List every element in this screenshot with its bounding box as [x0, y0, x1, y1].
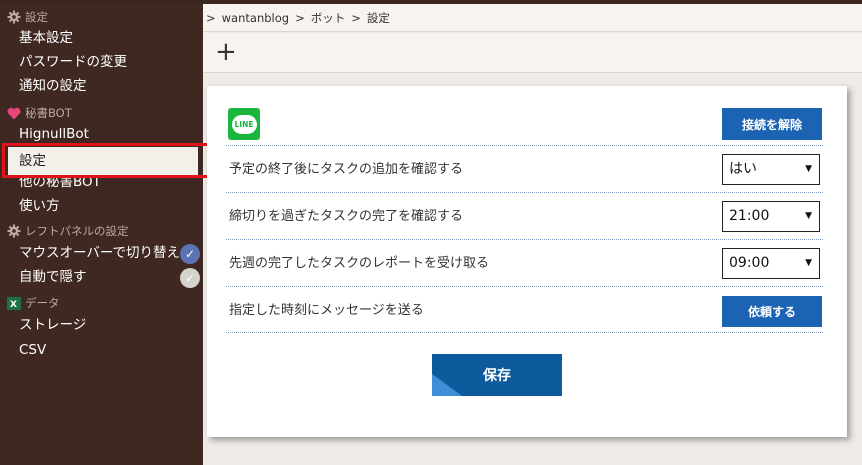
setting-label: 先週の完了したタスクのレポートを受け取る [229, 256, 490, 271]
dropdown-arrow-icon: ▼ [805, 164, 812, 174]
breadcrumb-item-wantanblog[interactable]: wantanblog [222, 11, 289, 25]
sidebar-item-notification-settings[interactable]: 通知の設定 [19, 75, 87, 97]
sidebar-item-basic-settings[interactable]: 基本設定 [19, 27, 73, 49]
check-icon: ✓ [184, 271, 196, 285]
dropdown-arrow-icon: ▼ [805, 258, 812, 268]
sidebar-item-settings[interactable]: 設定 [8, 147, 198, 175]
toolbar: + [203, 33, 862, 73]
confirm-add-task-select[interactable]: はい ▼ [722, 154, 820, 185]
sidebar-item-change-password[interactable]: パスワードの変更 [19, 51, 127, 73]
heart-icon [7, 106, 21, 120]
section-header-label: 設定 [25, 10, 48, 24]
gear-icon [7, 224, 21, 238]
auto-hide-toggle[interactable]: ✓ [180, 268, 200, 288]
settings-row: 予定の終了後にタスクの追加を確認する はい ▼ [226, 145, 823, 193]
breadcrumb-item-bot[interactable]: ボット [311, 10, 346, 26]
sidebar-item-auto-hide[interactable]: 自動で隠す [19, 266, 87, 288]
setting-label: 指定した時刻にメッセージを送る [229, 303, 424, 318]
sidebar-item-mouseover-switch[interactable]: マウスオーバーで切り替え [19, 242, 180, 264]
section-header-leftpanel: レフトパネルの設定 [7, 222, 129, 240]
excel-icon: X [7, 296, 21, 310]
check-icon: ✓ [184, 247, 196, 261]
settings-row: 先週の完了したタスクのレポートを受け取る 09:00 ▼ [226, 239, 823, 287]
sidebar-item-hignullbot[interactable]: HignullBot [19, 123, 89, 145]
setting-label: 締切りを過ぎたタスクの完了を確認する [229, 209, 464, 224]
line-logo-text: LINE [231, 114, 257, 134]
sidebar-item-usage[interactable]: 使い方 [19, 195, 60, 217]
select-value: 21:00 [729, 208, 770, 224]
save-button-accent [432, 374, 462, 396]
section-header-label: 秘書BOT [25, 106, 72, 120]
sidebar-item-storage[interactable]: ストレージ [19, 314, 86, 336]
settings-panel: LINE 接続を解除 予定の終了後にタスクの追加を確認する はい ▼ 締切りを過… [207, 86, 847, 437]
section-header-bot: 秘書BOT [7, 104, 72, 122]
breadcrumb: > wantanblog > ボット > 設定 [203, 4, 862, 32]
breadcrumb-separator: > [206, 10, 216, 25]
row-divider [226, 332, 823, 333]
add-icon[interactable]: + [215, 37, 237, 67]
breadcrumb-separator: > [295, 10, 305, 25]
svg-text:X: X [10, 300, 17, 310]
request-button[interactable]: 依頼する [722, 296, 822, 327]
dropdown-arrow-icon: ▼ [805, 211, 812, 221]
select-value: 09:00 [729, 255, 770, 271]
line-logo-icon: LINE [228, 108, 260, 140]
settings-row: 指定した時刻にメッセージを送る 依頼する [226, 286, 823, 334]
setting-label: 予定の終了後にタスクの追加を確認する [229, 162, 464, 177]
gear-icon [7, 10, 21, 24]
breadcrumb-separator: > [351, 10, 361, 25]
weekly-report-time-select[interactable]: 09:00 ▼ [722, 248, 820, 279]
overdue-confirm-time-select[interactable]: 21:00 ▼ [722, 201, 820, 232]
settings-row: 締切りを過ぎたタスクの完了を確認する 21:00 ▼ [226, 192, 823, 240]
section-header-settings: 設定 [7, 8, 48, 26]
select-value: はい [729, 161, 757, 177]
disconnect-button[interactable]: 接続を解除 [722, 108, 822, 140]
save-button[interactable]: 保存 [432, 354, 562, 396]
mouseover-toggle[interactable]: ✓ [180, 244, 200, 264]
sidebar-item-csv[interactable]: CSV [19, 339, 46, 361]
sidebar: 設定 基本設定 パスワードの変更 通知の設定 秘書BOT HignullBot … [0, 4, 203, 465]
section-header-data: X データ [7, 294, 60, 312]
section-header-label: レフトパネルの設定 [25, 224, 129, 238]
breadcrumb-item-settings: 設定 [366, 10, 390, 25]
section-header-label: データ [25, 296, 60, 310]
save-button-label: 保存 [483, 368, 511, 384]
